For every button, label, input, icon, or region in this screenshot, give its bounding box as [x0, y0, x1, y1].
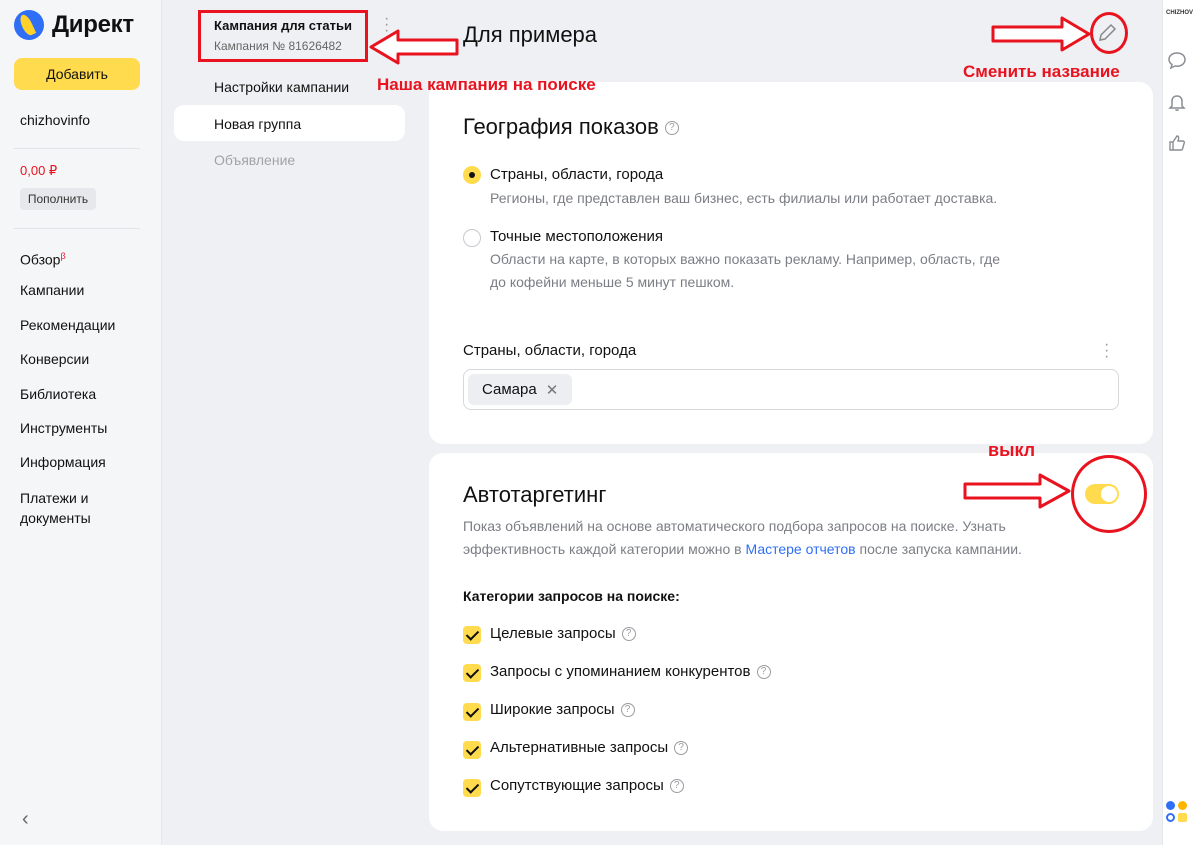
help-icon[interactable]: ?	[620, 703, 635, 718]
bell-icon[interactable]	[1167, 92, 1187, 112]
checkbox-related-label[interactable]: Сопутствующие запросы?	[490, 777, 684, 794]
radio-precise-desc-2: до кофейни меньше 5 минут пешком.	[490, 274, 735, 290]
annotation-off: выкл	[988, 440, 1036, 460]
divider	[14, 148, 140, 149]
checkbox-alternative-label[interactable]: Альтернативные запросы?	[490, 739, 689, 756]
balance: 0,00 ₽	[20, 163, 58, 178]
checkbox-competitors[interactable]	[463, 664, 481, 682]
radio-precise-label[interactable]: Точные местоположения	[490, 228, 663, 245]
checkbox-competitors-label[interactable]: Запросы с упоминанием конкурентов?	[490, 663, 771, 680]
annotation-circle	[1090, 12, 1128, 54]
avatar[interactable]: CHIZHOV	[1166, 5, 1193, 21]
chat-icon[interactable]	[1167, 50, 1187, 70]
checkbox-related[interactable]	[463, 779, 481, 797]
sidebar-item-library[interactable]: Библиотека	[20, 385, 120, 419]
help-icon[interactable]: ?	[621, 627, 636, 642]
sidebar-item-overview[interactable]: Обзорβ	[20, 247, 120, 281]
close-icon[interactable]: ✕	[546, 381, 559, 399]
sidebar-item-payments[interactable]: Платежи и документы	[20, 488, 120, 526]
annotation-arrow-left-icon	[369, 29, 459, 65]
annotation-arrow-right-icon	[991, 16, 1091, 52]
logo[interactable]: Директ	[14, 10, 134, 40]
beta-badge: β	[60, 251, 66, 261]
help-icon[interactable]: ?	[756, 665, 771, 680]
annotation-arrow-right-icon	[963, 473, 1071, 509]
help-icon[interactable]: ?	[664, 121, 679, 136]
logo-text: Директ	[52, 11, 134, 38]
sidebar-item-recommendations[interactable]: Рекомендации	[20, 316, 120, 350]
campaign-id: Кампания № 81626482	[214, 39, 342, 53]
radio-regions[interactable]	[463, 166, 481, 184]
sidebar-item-tools[interactable]: Инструменты	[20, 419, 120, 453]
regions-field-label: Страны, области, города	[463, 342, 637, 359]
autotarget-desc: Показ объявлений на основе автоматическо…	[463, 518, 1022, 557]
checkbox-broad-label[interactable]: Широкие запросы?	[490, 701, 635, 718]
help-icon[interactable]: ?	[674, 741, 689, 756]
campaign-title[interactable]: Кампания для статьи	[214, 18, 352, 33]
region-chip-label: Самара	[482, 381, 537, 398]
checkbox-broad[interactable]	[463, 703, 481, 721]
reports-link[interactable]: Мастере отчетов	[746, 541, 856, 557]
sidebar-item-conversions[interactable]: Конверсии	[20, 350, 120, 384]
kebab-menu-icon[interactable]: · · ·	[1104, 337, 1109, 365]
topup-button[interactable]: Пополнить	[20, 188, 96, 210]
radio-regions-label[interactable]: Страны, области, города	[490, 166, 663, 183]
checkbox-target-label[interactable]: Целевые запросы?	[490, 625, 636, 642]
sidebar-nav: Обзорβ Кампании Рекомендации Конверсии Б…	[20, 247, 120, 526]
sidebar-item-info[interactable]: Информация	[20, 453, 120, 487]
geo-title: География показов?	[463, 114, 679, 140]
right-rail	[1162, 0, 1200, 845]
thumbs-up-icon[interactable]	[1167, 133, 1187, 153]
region-chip[interactable]: Самара ✕	[468, 374, 573, 405]
annotation-rename: Сменить название	[963, 62, 1120, 81]
checkbox-target[interactable]	[463, 626, 481, 644]
categories-heading: Категории запросов на поиске:	[463, 588, 680, 604]
sidebar-item-campaigns[interactable]: Кампании	[20, 281, 120, 315]
add-button[interactable]: Добавить	[14, 58, 140, 90]
checkbox-alternative[interactable]	[463, 741, 481, 759]
subnav-item-new-group[interactable]: Новая группа	[214, 116, 301, 132]
autotarget-title: Автотаргетинг	[463, 482, 607, 507]
help-icon[interactable]: ?	[669, 779, 684, 794]
radio-precise[interactable]	[463, 229, 481, 247]
annotation-campaign: Наша кампания на поиске	[377, 75, 596, 94]
radio-regions-desc: Регионы, где представлен ваш бизнес, ест…	[490, 190, 998, 206]
radio-precise-desc: Области на карте, в которых важно показа…	[490, 251, 1000, 267]
yandex-logo-icon	[14, 10, 44, 40]
subnav-item-settings[interactable]: Настройки кампании	[214, 79, 349, 95]
page-title: Для примера	[463, 22, 598, 47]
annotation-circle	[1071, 455, 1147, 533]
divider	[14, 228, 140, 229]
subnav-item-ad[interactable]: Объявление	[214, 152, 295, 168]
chevron-left-icon[interactable]: ‹	[22, 808, 29, 831]
apps-icon[interactable]	[1166, 801, 1188, 823]
user-name[interactable]: chizhovinfo	[20, 112, 90, 128]
